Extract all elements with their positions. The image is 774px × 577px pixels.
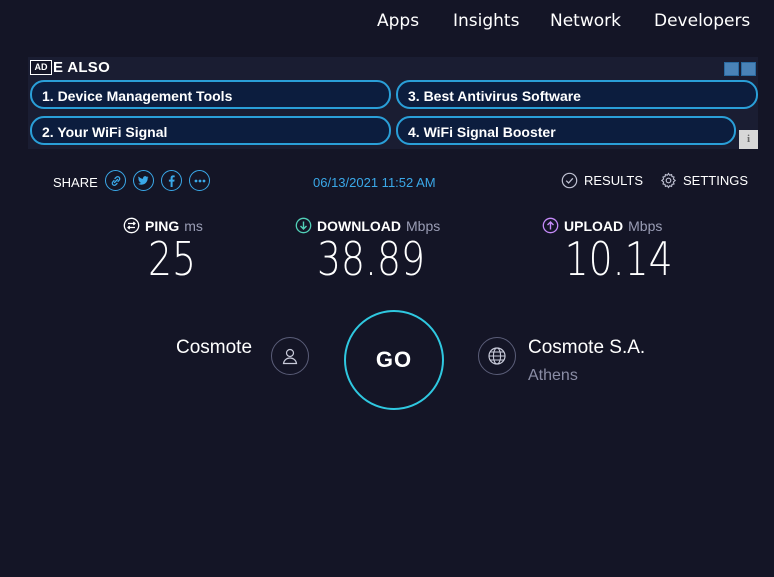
link-icon[interactable] [105, 170, 126, 191]
gear-icon [660, 172, 677, 189]
ad-play-icon[interactable] [724, 62, 739, 76]
settings-button[interactable]: SETTINGS [660, 172, 748, 189]
upload-arrow-icon [542, 217, 559, 234]
go-button[interactable]: GO [344, 310, 444, 410]
twitter-icon[interactable] [133, 170, 154, 191]
download-value: 38.89 [316, 232, 425, 286]
user-icon[interactable] [271, 337, 309, 375]
ad-link-antivirus[interactable]: 3. Best Antivirus Software [396, 80, 758, 109]
ad-close-icon[interactable] [741, 62, 756, 76]
facebook-icon[interactable] [161, 170, 182, 191]
nav-insights[interactable]: Insights [453, 11, 519, 31]
share-label: SHARE [53, 175, 98, 190]
server-city: Athens [528, 367, 578, 384]
result-timestamp: 06/13/2021 11:52 AM [313, 175, 436, 190]
ad-badge: AD [30, 60, 52, 75]
globe-icon[interactable] [478, 337, 516, 375]
nav-developers[interactable]: Developers [654, 11, 750, 31]
ad-link-wifi-booster[interactable]: 4. WiFi Signal Booster [396, 116, 736, 145]
results-button[interactable]: RESULTS [561, 172, 643, 189]
nav-network[interactable]: Network [550, 11, 621, 31]
go-label: GO [375, 347, 413, 372]
ad-info-icon[interactable]: i [739, 130, 758, 149]
more-icon[interactable] [189, 170, 210, 191]
upload-value: 10.14 [564, 232, 673, 286]
isp-name: Cosmote [176, 337, 253, 358]
ping-icon [123, 217, 140, 234]
ad-link-device-management[interactable]: 1. Device Management Tools [30, 80, 391, 109]
settings-label: SETTINGS [683, 173, 749, 188]
ad-heading: E ALSO [53, 59, 111, 76]
server-name[interactable]: Cosmote S.A. [528, 337, 645, 359]
ping-value: 25 [147, 232, 196, 286]
download-arrow-icon [295, 217, 312, 234]
nav-apps[interactable]: Apps [377, 11, 419, 31]
results-label: RESULTS [584, 173, 643, 188]
ad-link-wifi-signal[interactable]: 2. Your WiFi Signal [30, 116, 391, 145]
check-circle-icon [561, 172, 578, 189]
